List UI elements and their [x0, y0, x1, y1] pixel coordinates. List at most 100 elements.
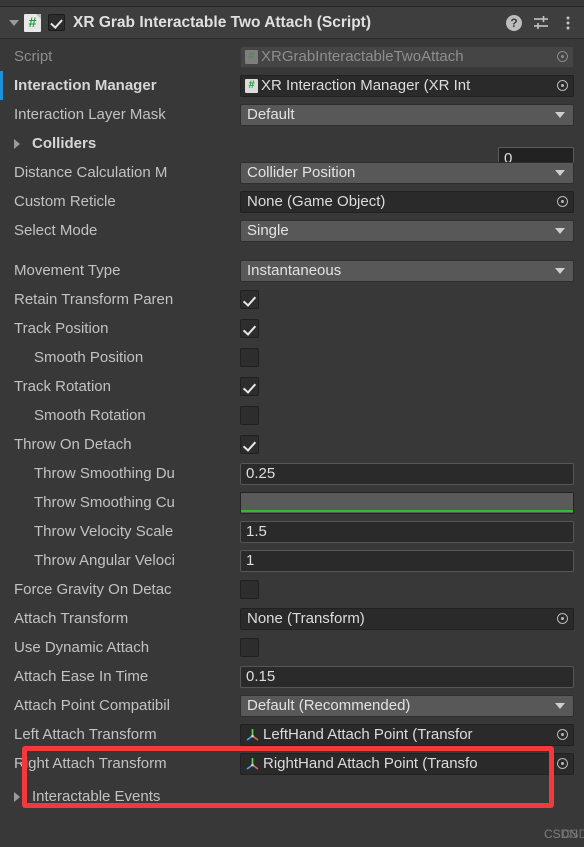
dropdown-value: Instantaneous	[247, 261, 342, 279]
row-label: Smooth Rotation	[34, 407, 146, 424]
row-track-position[interactable]: Track Position	[0, 314, 584, 343]
row-label: Colliders	[32, 135, 97, 152]
component-foldout-arrow-icon[interactable]	[6, 15, 22, 31]
row-field[interactable]	[240, 290, 584, 309]
row-field[interactable]	[240, 580, 584, 599]
row-retain-transform-parent[interactable]: Retain Transform Paren	[0, 285, 584, 314]
row-label: Custom Reticle	[14, 193, 116, 210]
track-rotation-checkbox[interactable]	[240, 377, 259, 396]
row-field[interactable]: Single	[240, 219, 584, 242]
custom-reticle-object-field[interactable]: None (Game Object)	[240, 190, 574, 213]
object-picker-icon[interactable]	[553, 192, 573, 212]
row-field[interactable]	[240, 319, 584, 338]
force-gravity-on-detach-checkbox[interactable]	[240, 580, 259, 599]
row-field[interactable]	[240, 377, 584, 396]
row-field[interactable]: None (Game Object)	[240, 190, 584, 213]
row-interactable-events[interactable]: Interactable Events	[0, 782, 584, 811]
row-interaction-layer-mask[interactable]: Interaction Layer Mask Default	[0, 100, 584, 129]
row-label: Throw Velocity Scale	[34, 523, 174, 540]
row-left-attach-transform[interactable]: Left Attach Transform LeftHand Attach Po…	[0, 720, 584, 749]
row-throw-angular-velocity-scale[interactable]: Throw Angular Veloci 1	[0, 546, 584, 575]
attach-transform-object-field[interactable]: None (Transform)	[240, 607, 574, 630]
dropdown-value: Default	[247, 105, 295, 123]
row-throw-on-detach[interactable]: Throw On Detach	[0, 430, 584, 459]
row-distance-calculation-mode[interactable]: Distance Calculation M Collider Position	[0, 158, 584, 187]
row-label: Select Mode	[14, 222, 98, 239]
row-field[interactable]: LeftHand Attach Point (Transfor	[240, 723, 584, 746]
dropdown-value: Collider Position	[247, 163, 356, 181]
row-right-attach-transform[interactable]: Right Attach Transform RightHand Attach …	[0, 749, 584, 778]
movement-type-dropdown[interactable]: Instantaneous	[240, 259, 574, 282]
component-enabled-checkbox[interactable]	[48, 14, 65, 31]
row-use-dynamic-attach[interactable]: Use Dynamic Attach	[0, 633, 584, 662]
component-header[interactable]: XR Grab Interactable Two Attach (Script)	[0, 7, 584, 39]
attach-point-compatibility-dropdown[interactable]: Default (Recommended)	[240, 694, 574, 717]
row-field[interactable]: Default	[240, 103, 584, 126]
component-title: XR Grab Interactable Two Attach (Script)	[73, 13, 371, 31]
row-field[interactable]	[240, 435, 584, 454]
row-colliders[interactable]: Colliders 0	[0, 129, 584, 170]
row-select-mode[interactable]: Select Mode Single	[0, 216, 584, 245]
row-field[interactable]: 1	[240, 549, 584, 572]
use-dynamic-attach-checkbox[interactable]	[240, 638, 259, 657]
select-mode-dropdown[interactable]: Single	[240, 219, 574, 242]
row-force-gravity-on-detach[interactable]: Force Gravity On Detac	[0, 575, 584, 604]
more-menu-icon[interactable]	[560, 15, 576, 31]
attach-ease-in-time-input[interactable]: 0.15	[240, 665, 574, 688]
object-picker-icon[interactable]	[553, 725, 573, 745]
row-field[interactable]	[240, 348, 584, 367]
row-track-rotation[interactable]: Track Rotation	[0, 372, 584, 401]
left-attach-transform-object-field[interactable]: LeftHand Attach Point (Transfor	[240, 723, 574, 746]
track-position-checkbox[interactable]	[240, 319, 259, 338]
row-throw-smoothing-duration[interactable]: Throw Smoothing Du 0.25	[0, 459, 584, 488]
row-field[interactable]: 0.25	[240, 462, 584, 485]
throw-angular-velocity-scale-input[interactable]: 1	[240, 549, 574, 572]
throw-smoothing-duration-input[interactable]: 0.25	[240, 462, 574, 485]
row-custom-reticle[interactable]: Custom Reticle None (Game Object)	[0, 187, 584, 216]
object-picker-icon[interactable]	[553, 609, 573, 629]
smooth-position-checkbox[interactable]	[240, 348, 259, 367]
row-label: Throw Smoothing Cu	[34, 494, 175, 511]
row-throw-smoothing-curve[interactable]: Throw Smoothing Cu	[0, 488, 584, 517]
row-field[interactable]	[240, 638, 584, 657]
row-label: Throw On Detach	[14, 436, 132, 453]
interaction-manager-object-field[interactable]: XR Interaction Manager (XR Int	[240, 74, 574, 97]
smooth-rotation-checkbox[interactable]	[240, 406, 259, 425]
dropdown-value: Single	[247, 221, 289, 239]
row-field[interactable]: Instantaneous	[240, 259, 584, 282]
row-attach-ease-in-time[interactable]: Attach Ease In Time 0.15	[0, 662, 584, 691]
object-picker-icon[interactable]	[553, 76, 573, 96]
row-field[interactable]: XR Interaction Manager (XR Int	[240, 74, 584, 97]
chevron-down-icon	[555, 702, 565, 709]
row-field[interactable]: Default (Recommended)	[240, 694, 584, 717]
throw-velocity-scale-input[interactable]: 1.5	[240, 520, 574, 543]
row-field[interactable]	[240, 491, 584, 514]
row-interaction-manager[interactable]: Interaction Manager XR Interaction Manag…	[0, 71, 584, 100]
watermark: CSDN CSDN@极梦网络无忧	[544, 827, 584, 841]
help-icon[interactable]	[506, 14, 522, 31]
retain-transform-parent-checkbox[interactable]	[240, 290, 259, 309]
row-field[interactable]: None (Transform)	[240, 607, 584, 630]
row-smooth-rotation[interactable]: Smooth Rotation	[0, 401, 584, 430]
window-top-strip	[0, 0, 584, 7]
row-movement-type[interactable]: Movement Type Instantaneous	[0, 256, 584, 285]
row-field[interactable]	[240, 406, 584, 425]
transform-icon	[245, 756, 260, 771]
row-field[interactable]: Collider Position	[240, 161, 584, 184]
row-smooth-position[interactable]: Smooth Position	[0, 343, 584, 372]
row-field[interactable]: 0.15	[240, 665, 584, 688]
right-attach-transform-object-field[interactable]: RightHand Attach Point (Transfo	[240, 752, 574, 775]
throw-smoothing-curve-field[interactable]	[240, 491, 574, 514]
chevron-down-icon	[555, 169, 565, 176]
distance-calculation-dropdown[interactable]: Collider Position	[240, 161, 574, 184]
row-attach-point-compatibility-mode[interactable]: Attach Point Compatibil Default (Recomme…	[0, 691, 584, 720]
throw-on-detach-checkbox[interactable]	[240, 435, 259, 454]
object-picker-icon[interactable]	[553, 754, 573, 774]
preset-icon[interactable]	[533, 15, 549, 31]
row-field[interactable]: 1.5	[240, 520, 584, 543]
interaction-layer-mask-dropdown[interactable]: Default	[240, 103, 574, 126]
row-throw-velocity-scale[interactable]: Throw Velocity Scale 1.5	[0, 517, 584, 546]
row-field[interactable]: RightHand Attach Point (Transfo	[240, 752, 584, 775]
row-field: XRGrabInteractableTwoAttach	[240, 45, 584, 68]
row-attach-transform[interactable]: Attach Transform None (Transform)	[0, 604, 584, 633]
